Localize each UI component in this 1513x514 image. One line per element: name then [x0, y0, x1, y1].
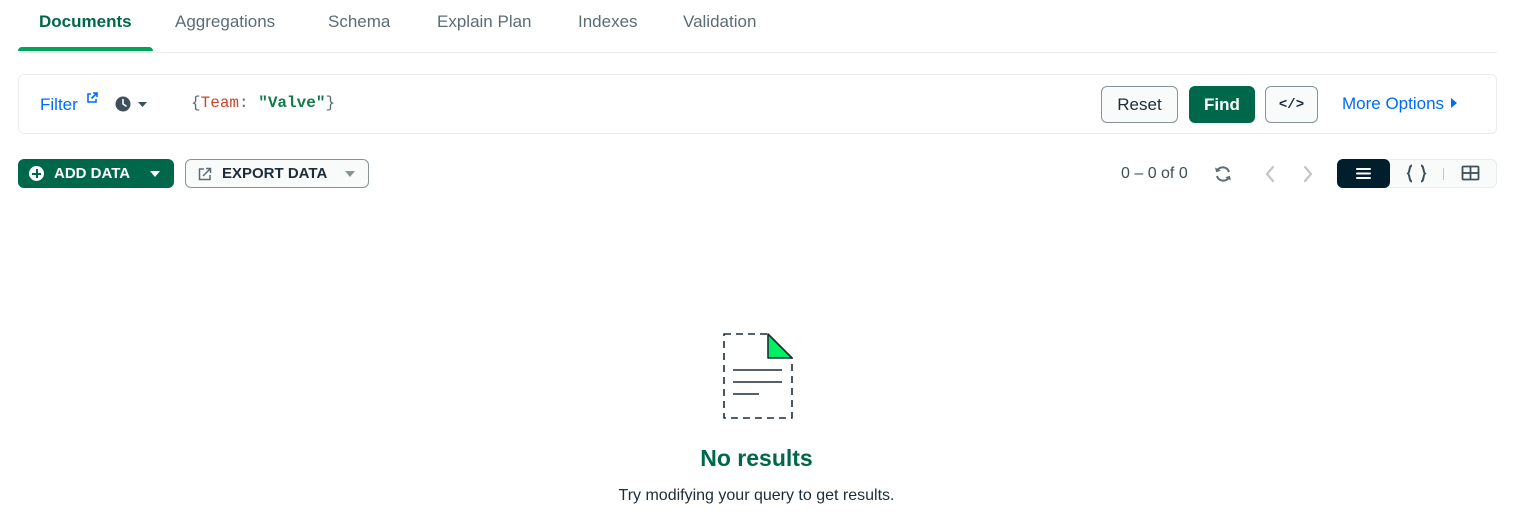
- empty-document-icon: [723, 333, 793, 419]
- plus-circle-icon: [29, 166, 44, 181]
- more-options-link[interactable]: More Options: [1342, 94, 1458, 114]
- query-history-button[interactable]: [115, 93, 155, 115]
- code-icon: </>: [1278, 96, 1305, 113]
- active-tab-indicator: [18, 47, 153, 51]
- add-data-label: ADD DATA: [54, 165, 131, 182]
- previous-page-icon[interactable]: [1262, 164, 1278, 184]
- caret-down-icon: [345, 171, 355, 177]
- query-value: "Valve": [258, 94, 326, 112]
- add-data-button[interactable]: ADD DATA: [18, 159, 174, 188]
- tab-explain-plan[interactable]: Explain Plan: [437, 12, 532, 53]
- query-key: Team: [200, 94, 240, 112]
- query-separator: :: [239, 94, 259, 112]
- tab-aggregations[interactable]: Aggregations: [175, 12, 275, 53]
- collection-tabs: Documents Aggregations Schema Explain Pl…: [18, 0, 1497, 53]
- list-icon: [1356, 168, 1371, 179]
- table-view-button[interactable]: [1444, 159, 1497, 188]
- export-icon: [198, 167, 212, 181]
- filter-link[interactable]: Filter: [40, 95, 78, 115]
- clock-icon: [115, 96, 147, 112]
- view-toggle: [1337, 159, 1497, 188]
- reset-button[interactable]: Reset: [1101, 86, 1178, 123]
- query-bar: Filter {Team: "Valve"} Reset Find </> Mo…: [18, 74, 1497, 134]
- query-brace-close: }: [325, 94, 336, 112]
- tab-indexes[interactable]: Indexes: [578, 12, 638, 53]
- export-data-label: EXPORT DATA: [222, 165, 328, 182]
- open-query-code-button[interactable]: </>: [1265, 86, 1318, 123]
- query-filter-input[interactable]: {Team: "Valve"}: [191, 94, 335, 112]
- curly-braces-icon: [1406, 164, 1427, 183]
- tab-schema[interactable]: Schema: [328, 12, 390, 53]
- list-view-button[interactable]: [1337, 159, 1390, 188]
- export-data-button[interactable]: EXPORT DATA: [185, 159, 369, 188]
- caret-down-icon: [150, 171, 160, 177]
- next-page-icon[interactable]: [1300, 164, 1316, 184]
- more-options-label: More Options: [1342, 94, 1445, 113]
- caret-right-icon: [1451, 98, 1458, 108]
- json-view-button[interactable]: [1390, 159, 1443, 188]
- table-icon: [1461, 165, 1480, 181]
- find-button[interactable]: Find: [1189, 86, 1255, 123]
- refresh-icon[interactable]: [1213, 164, 1233, 184]
- pagination-count: 0 – 0 of 0: [1121, 165, 1188, 182]
- query-brace-open: {: [191, 94, 201, 112]
- external-link-icon[interactable]: [86, 92, 98, 104]
- chevron-down-icon: [138, 102, 147, 107]
- tab-validation[interactable]: Validation: [683, 12, 756, 53]
- empty-state-subtitle: Try modifying your query to get results.: [618, 487, 895, 504]
- empty-state-title: No results: [700, 445, 813, 471]
